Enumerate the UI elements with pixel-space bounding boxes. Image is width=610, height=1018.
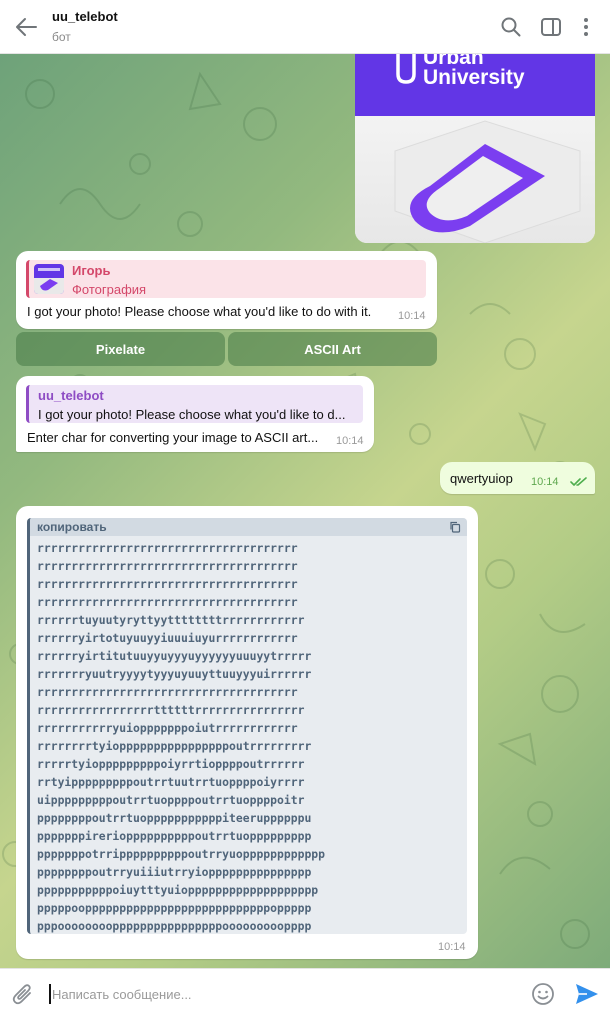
ascii-line: pppppppppppoiuytttyuiopppppppppppppppppp…	[37, 883, 319, 897]
ascii-line: rrrrrrrrrrrrrrrrrrrrrrrrrrrrrrrrrrrrrr	[37, 685, 298, 699]
ascii-code-block[interactable]: копировать rrrrrrrrrrrrrrrrrrrrrrrrrrrrr…	[27, 518, 467, 934]
ascii-line: ppppppppoutrryuiiiutrryioppppppppppppppp	[37, 865, 312, 879]
ascii-line: rrrrrrrrrrrrrrrrrrrrrrrrrrrrrrrrrrrrrr	[37, 595, 298, 609]
ascii-line: rrrrrrryuutryyyytyyyuyuuyttuuyyyuirrrrrr	[37, 667, 312, 681]
search-icon[interactable]	[500, 16, 522, 38]
message-time: 10:14	[398, 310, 426, 322]
message-text: I got your photo! Please choose what you…	[27, 304, 372, 319]
paperclip-icon[interactable]	[12, 983, 34, 1005]
photo-message[interactable]: Urban University	[355, 54, 595, 243]
ascii-line: rrtyipppppppppoutrrtuutrrtuoppppoiyrrrr	[37, 775, 305, 789]
message-time: 10:14	[531, 476, 559, 488]
ascii-line: pppppoopppppppppppppppppppppppppppoppppp	[37, 901, 312, 915]
bot-message-enter-char[interactable]: uu_telebot I got your photo! Please choo…	[16, 376, 374, 452]
reply-preview-text: Фотография	[72, 282, 147, 297]
logo-3d-shape-icon	[394, 120, 581, 243]
message-time: 10:14	[336, 435, 364, 447]
message-input[interactable]	[52, 982, 512, 1006]
read-double-check-icon	[570, 477, 587, 486]
ascii-line: ppppppppoutrrtuopppppppppppiteeruppppppu	[37, 811, 312, 825]
photo-3d-logo	[355, 116, 595, 243]
user-message[interactable]: qwertyuiop 10:14	[440, 462, 595, 494]
reply-quote[interactable]: uu_telebot I got your photo! Please choo…	[26, 385, 363, 423]
ascii-line: rrrrrrrrrrrrrrrrrrrrrrrrrrrrrrrrrrrrrr	[37, 541, 298, 555]
logo-text-university: University	[423, 66, 525, 89]
chat-area[interactable]: Urban University Игорь Фотография I got …	[0, 54, 610, 968]
chat-title[interactable]: uu_telebot	[52, 9, 118, 24]
ascii-line: pppppppotrrippppppppppoutrryuopppppppppp…	[37, 847, 326, 861]
message-time: 10:14	[438, 941, 466, 953]
send-icon[interactable]	[574, 982, 600, 1006]
reply-thumbnail-logo-icon	[34, 268, 64, 294]
urban-logo-icon	[396, 54, 416, 84]
ascii-line: rrrrrrrrtyioppppppppppppppppoutrrrrrrrrr	[37, 739, 312, 753]
message-composer	[0, 968, 610, 1018]
copy-icon[interactable]	[449, 521, 461, 533]
bot-message-photo-reply[interactable]: Игорь Фотография I got your photo! Pleas…	[16, 251, 437, 329]
back-arrow-icon[interactable]	[14, 16, 38, 38]
code-block-header: копировать	[30, 518, 467, 536]
ascii-line: rrrrrrrrrrryuiopppppppoiutrrrrrrrrrrrr	[37, 721, 298, 735]
emoji-icon[interactable]	[531, 982, 555, 1006]
message-text: qwertyuiop	[450, 471, 513, 486]
photo-logo-banner: Urban University	[355, 54, 595, 116]
reply-thumbnail	[34, 264, 64, 294]
reply-quote[interactable]: Игорь Фотография	[26, 260, 426, 298]
more-vertical-icon[interactable]	[575, 16, 597, 38]
reply-sender-name: Игорь	[72, 263, 111, 278]
text-caret	[49, 984, 51, 1004]
reply-preview-text: I got your photo! Please choose what you…	[38, 407, 346, 422]
ascii-line: rrrrrrrrrrrrrrrrrrrrrrrrrrrrrrrrrrrrrr	[37, 577, 298, 591]
ascii-line: rrrrrrrrrrrrrrrrrrrrrrrrrrrrrrrrrrrrrr	[37, 559, 298, 573]
ascii-line: rrrrrryirtotuyuuyyiuuuiuyurrrrrrrrrrrr	[37, 631, 298, 645]
ascii-line: pppppppirerioppppppppppoutrrtuoppppppppp	[37, 829, 312, 843]
message-text: Enter char for converting your image to …	[27, 430, 319, 445]
ascii-line: pppooooooooppppppppppppppppooooooooopppp	[37, 919, 312, 933]
ascii-line: rrrrrrrrrrrrrrrrrttttttrrrrrrrrrrrrrrrr	[37, 703, 305, 717]
ascii-art-button[interactable]: ASCII Art	[228, 332, 437, 366]
copy-code-label[interactable]: копировать	[37, 520, 107, 534]
ascii-line: rrrrrrtuyuutyryttyyttttttttrrrrrrrrrrrr	[37, 613, 305, 627]
pixelate-button[interactable]: Pixelate	[16, 332, 225, 366]
chat-subtitle: бот	[52, 30, 71, 44]
ascii-line: uipppppppppoutrrtuoppppoutrrtuoppppoitr	[37, 793, 305, 807]
chat-header: uu_telebot бот	[0, 0, 610, 54]
ascii-line: rrrrrtyiopppppppppoiyrrtioppppoutrrrrrr	[37, 757, 305, 771]
sidebar-toggle-icon[interactable]	[540, 16, 562, 38]
reply-sender-name: uu_telebot	[38, 388, 104, 403]
ascii-line: rrrrrryirtitutuuyyuyyyuyyyyyyuuuyytrrrrr	[37, 649, 312, 663]
